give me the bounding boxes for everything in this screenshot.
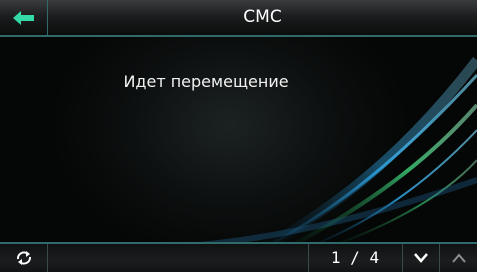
- chevron-down-icon: [414, 253, 428, 263]
- page-indicator: 1 / 4: [330, 248, 380, 267]
- chevron-up-icon: [451, 253, 466, 263]
- background-swirl: [199, 56, 477, 257]
- back-button[interactable]: [0, 0, 48, 35]
- arrow-left-icon: [12, 10, 34, 25]
- title-bar: СМС: [0, 0, 477, 37]
- screen: СМС Идет перемещение 1 / 4: [0, 0, 477, 272]
- refresh-icon: [16, 251, 31, 265]
- bottom-toolbar: 1 / 4: [0, 242, 477, 272]
- divider: [47, 244, 48, 272]
- next-page-button[interactable]: [403, 244, 439, 272]
- status-message: Идет перемещение: [123, 72, 289, 91]
- page-title: СМС: [243, 7, 282, 27]
- prev-page-button[interactable]: [440, 244, 477, 272]
- refresh-button[interactable]: [0, 244, 47, 272]
